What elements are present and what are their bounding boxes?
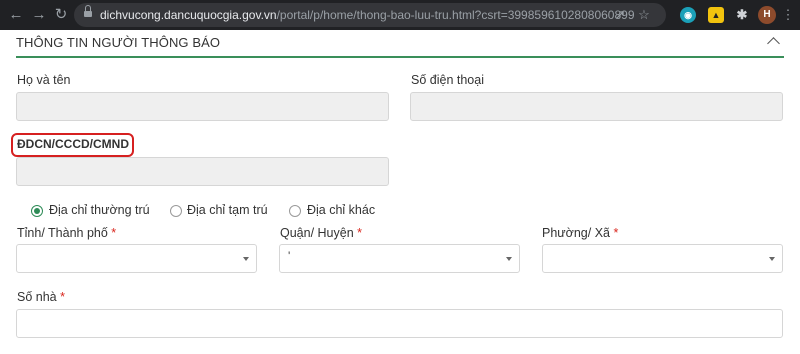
page-content: THÔNG TIN NGƯỜI THÔNG BÁO Họ và tên Số đ… — [0, 30, 800, 354]
id-number-label: ĐDCN/CCCD/CMND — [17, 137, 129, 151]
required-mark: * — [60, 290, 65, 304]
radio-other-address[interactable] — [289, 205, 301, 217]
radio-label-other: Địa chỉ khác — [307, 203, 376, 217]
full-name-label: Họ và tên — [17, 73, 71, 87]
radio-temporary-address[interactable] — [170, 205, 182, 217]
share-icon[interactable]: ↗ — [612, 7, 628, 23]
browser-toolbar: ← → ↻ dichvucong.dancuquocgia.gov.vn/por… — [0, 0, 800, 30]
required-mark: * — [357, 226, 363, 240]
province-select[interactable] — [16, 244, 257, 273]
extension-eye-icon[interactable]: ◉ — [680, 7, 696, 23]
address-bar[interactable]: dichvucong.dancuquocgia.gov.vn/portal/p/… — [74, 3, 666, 27]
reload-icon[interactable]: ↻ — [51, 5, 71, 25]
extensions-icon[interactable]: ✱ — [734, 7, 750, 23]
ward-label: Phường/ Xã * — [542, 226, 619, 240]
section-title: THÔNG TIN NGƯỜI THÔNG BÁO — [16, 35, 221, 50]
district-value: ' — [288, 249, 291, 263]
back-icon[interactable]: ← — [6, 5, 26, 25]
extension-note-icon[interactable]: ▲ — [708, 7, 724, 23]
required-mark: * — [613, 226, 619, 240]
caret-down-icon — [506, 257, 512, 261]
caret-down-icon — [769, 257, 775, 261]
caret-down-icon — [243, 257, 249, 261]
chevron-up-icon[interactable] — [766, 33, 780, 47]
phone-field[interactable] — [410, 92, 783, 121]
menu-icon[interactable]: ⋮ — [778, 5, 798, 25]
url-text[interactable]: dichvucong.dancuquocgia.gov.vn/portal/p/… — [100, 8, 635, 22]
id-number-field[interactable] — [16, 157, 389, 186]
district-select[interactable]: ' — [279, 244, 520, 273]
radio-label-permanent: Địa chỉ thường trú — [49, 203, 150, 217]
province-label: Tỉnh/ Thành phố * — [17, 226, 117, 240]
lock-icon[interactable] — [84, 5, 92, 17]
forward-icon[interactable]: → — [29, 5, 49, 25]
radio-permanent-address[interactable] — [31, 205, 43, 217]
star-icon[interactable]: ☆ — [636, 7, 652, 23]
full-name-field[interactable] — [16, 92, 389, 121]
required-mark: * — [111, 226, 117, 240]
ward-select[interactable] — [542, 244, 783, 273]
phone-label: Số điện thoại — [411, 73, 484, 87]
radio-label-temporary: Địa chỉ tạm trú — [187, 203, 268, 217]
district-label: Quận/ Huyện * — [280, 226, 363, 240]
profile-avatar[interactable]: H — [758, 6, 776, 24]
house-number-field[interactable] — [16, 309, 783, 338]
house-number-label: Số nhà * — [17, 290, 65, 304]
section-header[interactable]: THÔNG TIN NGƯỜI THÔNG BÁO — [16, 30, 784, 58]
